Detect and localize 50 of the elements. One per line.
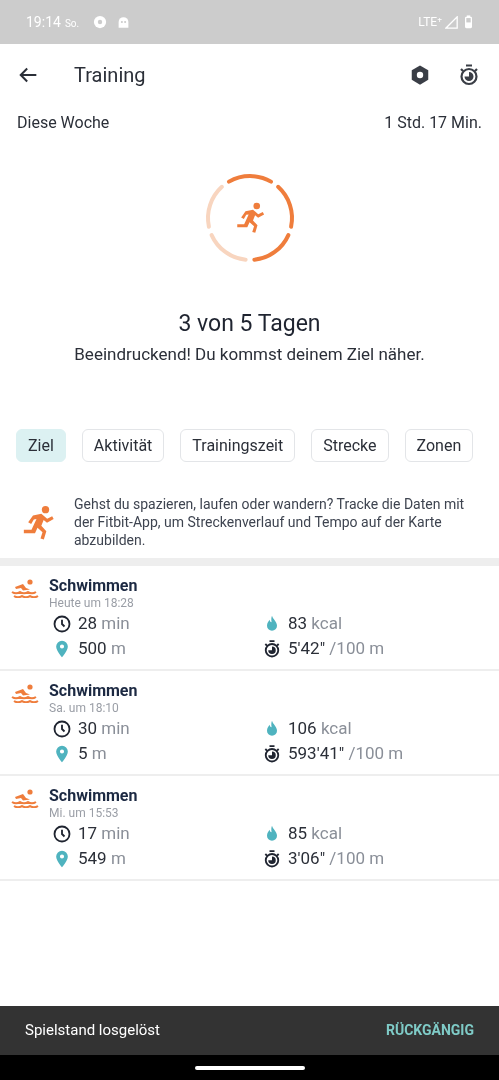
workout-time: Mi. um 15:53 (49, 806, 120, 821)
stat-value: 30 min (78, 716, 130, 740)
filter-chip[interactable]: Ziel (16, 429, 66, 462)
stat-value: 85 kcal (288, 821, 343, 845)
workout-time: Sa. um 18:10 (49, 701, 120, 716)
clock-icon (52, 613, 72, 634)
week-label: Diese Woche (17, 112, 110, 134)
workout-card[interactable]: Schwimmen Heute um 18:28 28 min 83 kcal 500 m 5'42" /100 m (0, 566, 499, 671)
workout-name: Schwimmen (49, 786, 139, 806)
swimmer-icon (11, 788, 39, 808)
battery-icon (464, 15, 473, 29)
swimmer-icon (11, 683, 39, 703)
week-total: 1 Std. 17 Min. (384, 112, 482, 134)
home-indicator[interactable] (194, 1065, 305, 1070)
stat-value: 3'06" /100 m (288, 846, 385, 870)
stat-value: 17 min (78, 821, 130, 845)
filter-chip[interactable]: Aktivität (81, 429, 165, 462)
filter-chip[interactable]: Zonen (404, 429, 474, 462)
stat-value: 5'42" /100 m (288, 636, 385, 660)
stat-value: 28 min (78, 611, 130, 635)
workout-card[interactable]: Schwimmen Mi. um 15:53 17 min 85 kcal 549 m 3'06" /100 m (0, 776, 499, 881)
page-title: Training (74, 61, 146, 89)
workout-name: Schwimmen (49, 576, 139, 596)
tracking-tip: Gehst du spazieren, laufen oder wandern? Tracke die Daten mit der Fitbit-App, um Streckenverlauf und Tempo auf der Karte abzubilden. (74, 495, 466, 549)
goal-message: Beeindruckend! Du kommst deinem Ziel näher. (73, 342, 426, 366)
settings-icon[interactable] (409, 63, 431, 86)
stat-value: 500 m (78, 636, 126, 660)
stat-value: 83 kcal (288, 611, 343, 635)
stat-value: 593'41" /100 m (288, 741, 404, 765)
ghost-icon (117, 15, 131, 29)
clock-icon (52, 823, 72, 844)
stopwatch-icon (457, 62, 481, 87)
stat-value: 549 m (78, 846, 126, 870)
workout-time: Heute um 18:28 (49, 596, 135, 611)
undo-button[interactable]: RÜCKGÄNGIG (385, 1020, 474, 1041)
workout-name: Schwimmen (49, 681, 139, 701)
clock-icon (52, 718, 72, 739)
stopwatch-icon (262, 638, 282, 659)
filter-chip[interactable]: Strecke (311, 429, 389, 462)
swimmer-icon (11, 578, 39, 598)
ball-icon (93, 15, 108, 29)
workout-card[interactable]: Schwimmen Sa. um 18:10 30 min 106 kcal 5 m 593'41" /100 m (0, 671, 499, 776)
stat-value: 5 m (78, 741, 107, 765)
signal-icon (445, 15, 458, 29)
snackbar-message: Spielstand losgelöst (25, 1020, 161, 1042)
stopwatch-icon (262, 743, 282, 764)
filter-chip[interactable]: Trainingszeit (180, 429, 296, 462)
goal-title: 3 von 5 Tagen (177, 309, 322, 339)
stopwatch-icon (262, 848, 282, 869)
stat-value: 106 kcal (288, 716, 352, 740)
